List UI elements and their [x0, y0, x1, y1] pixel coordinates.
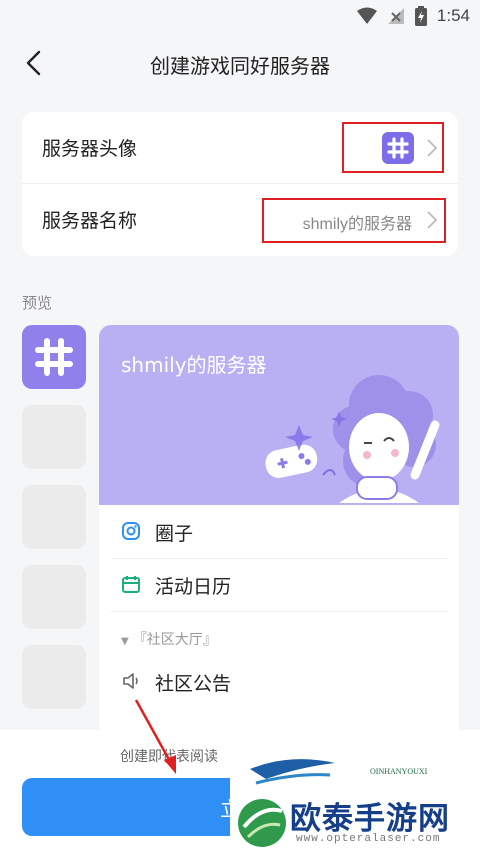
preview-banner: shmily的服务器	[99, 325, 459, 505]
signal-icon	[387, 8, 404, 24]
status-icons: 1:54	[356, 6, 470, 26]
instagram-icon	[122, 522, 140, 540]
preview-item-circle[interactable]: 圈子	[99, 507, 459, 559]
preview-item-label: 圈子	[155, 523, 194, 545]
avatar-label: 服务器头像	[42, 138, 138, 160]
wifi-icon	[356, 7, 377, 24]
calendar-icon	[122, 576, 140, 593]
header: 创建游戏同好服务器	[0, 34, 480, 92]
sidebar-slot	[22, 645, 86, 709]
hash-icon	[35, 338, 73, 376]
status-bar: 1:54	[0, 0, 480, 34]
sidebar-slot	[22, 405, 86, 469]
page-title: 创建游戏同好服务器	[150, 54, 330, 78]
preview-item-label: 活动日历	[155, 576, 232, 598]
preview-item-calendar[interactable]: 活动日历	[99, 560, 459, 612]
name-label: 服务器名称	[42, 210, 138, 232]
divider	[111, 558, 447, 559]
speaker-icon	[123, 673, 138, 689]
status-time: 1:54	[436, 6, 470, 25]
channel-label: 社区公告	[155, 673, 232, 695]
watermark-small-text: OINHANYOUXI	[370, 767, 428, 776]
watermark-brand: 欧泰手游网	[290, 801, 450, 837]
preview-card: shmily的服务器 圈子 活动日历 ▼ 『社区大厅』 社区公告	[99, 325, 459, 745]
preview-channel-announcement[interactable]: 社区公告	[99, 657, 459, 709]
highlight-box-avatar	[342, 122, 444, 173]
highlight-box-name	[262, 198, 446, 243]
mascot-illustration	[265, 375, 440, 503]
watermark-url: www.opteralaser.com	[296, 833, 441, 845]
watermark-logo: OINHANYOUXI 欧泰手游网 www.opteralaser.com	[230, 745, 480, 853]
section-title[interactable]: ▼ 『社区大厅』	[121, 629, 217, 649]
preview-label: 预览	[22, 294, 53, 312]
divider	[111, 611, 447, 612]
sidebar-slot	[22, 565, 86, 629]
sidebar-server-avatar[interactable]	[22, 325, 86, 389]
agreement-text: 创建即代表阅读	[120, 749, 218, 765]
battery-icon	[414, 6, 427, 26]
triangle-down-icon: ▼	[121, 636, 129, 647]
sidebar-slot	[22, 485, 86, 549]
section-title-label: 『社区大厅』	[132, 632, 217, 648]
